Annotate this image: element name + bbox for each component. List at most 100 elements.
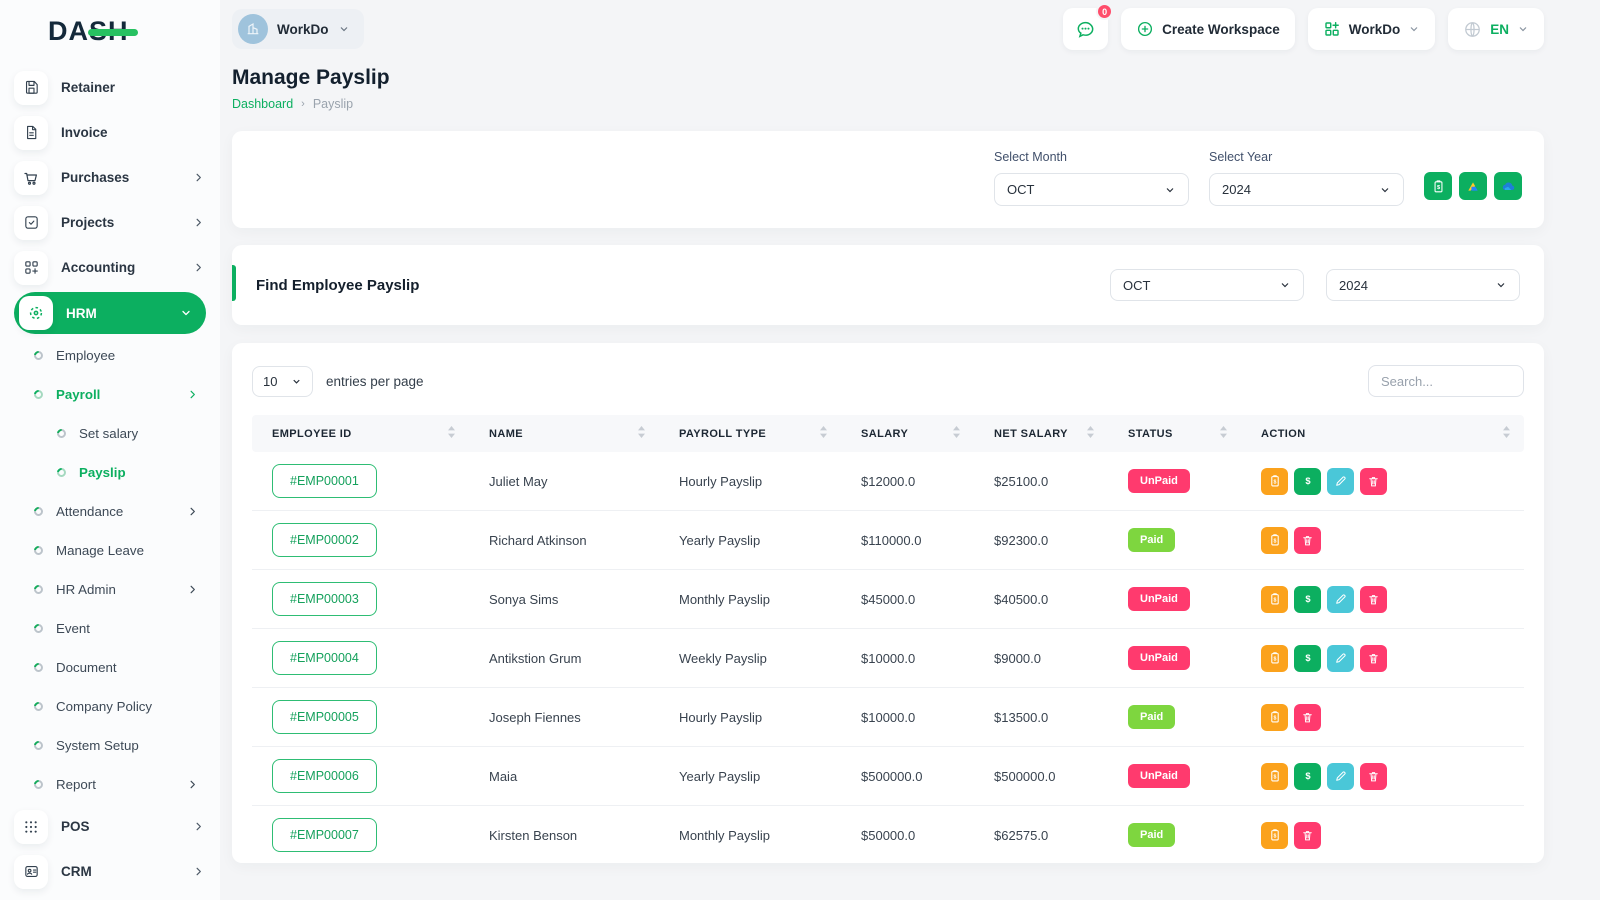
sidebar-item-label: Accounting [61, 260, 136, 275]
sidebar-item-system-setup[interactable]: System Setup [0, 726, 220, 765]
page-title: Manage Payslip [232, 66, 390, 89]
payslip-button[interactable]: $ [1261, 644, 1288, 672]
svg-text:$: $ [1273, 597, 1276, 603]
payslip-export-icon: $ [1434, 179, 1442, 192]
payslip-button[interactable]: $ [1261, 821, 1288, 849]
topbar: WorkDo 0 Create Workspace WorkDo EN [232, 0, 1544, 58]
find-year-select[interactable]: 2024 [1326, 269, 1520, 301]
svg-text:$: $ [1273, 538, 1276, 544]
edit-button[interactable] [1327, 762, 1354, 790]
find-employee-payslip-card: Find Employee Payslip OCT 2024 [232, 245, 1544, 325]
sidebar-item-manage-leave[interactable]: Manage Leave [0, 531, 220, 570]
entries-count-select[interactable]: 10 [252, 365, 313, 397]
year-select[interactable]: 2024 [1209, 173, 1404, 206]
employee-id-badge[interactable]: #EMP00001 [272, 464, 377, 498]
bullet-icon [32, 583, 45, 596]
employee-id-badge[interactable]: #EMP00007 [272, 818, 377, 852]
payslip-icon: $ [1270, 593, 1279, 605]
payslip-button[interactable]: $ [1261, 585, 1288, 613]
sidebar-item-pos[interactable]: POS [0, 804, 220, 849]
table-toolbar: 10 entries per page [252, 365, 1524, 397]
bullet-icon [32, 349, 45, 362]
column-header-employee-id[interactable]: EMPLOYEE ID [252, 426, 469, 441]
delete-button[interactable] [1360, 585, 1387, 613]
sidebar-item-purchases[interactable]: Purchases [0, 155, 220, 200]
month-select[interactable]: OCT [994, 173, 1189, 206]
sidebar-item-employee[interactable]: Employee [0, 336, 220, 375]
brand-logo[interactable]: DASH [0, 0, 220, 49]
salary-value: $45000.0 [861, 591, 916, 607]
pay-button[interactable]: $ [1294, 762, 1321, 790]
delete-button[interactable] [1360, 467, 1387, 495]
column-header-salary[interactable]: SALARY [841, 426, 974, 441]
column-header-net-salary[interactable]: NET SALARY [974, 426, 1108, 441]
sidebar-item-crm[interactable]: CRM [0, 849, 220, 894]
breadcrumb-dashboard-link[interactable]: Dashboard [232, 97, 293, 111]
column-header-status[interactable]: STATUS [1108, 426, 1241, 441]
employee-id-badge[interactable]: #EMP00004 [272, 641, 377, 675]
sidebar-item-label: HR Admin [56, 582, 116, 597]
entries-count-value: 10 [263, 373, 278, 389]
workspace-switcher[interactable]: WorkDo [232, 9, 364, 49]
edit-button[interactable] [1327, 585, 1354, 613]
delete-button[interactable] [1294, 703, 1321, 731]
row-actions: $ [1241, 526, 1524, 554]
chevron-down-icon [1381, 187, 1389, 192]
salary-value: $10000.0 [861, 650, 916, 666]
search-input[interactable] [1368, 365, 1524, 397]
sidebar-item-payroll[interactable]: Payroll [0, 375, 220, 414]
payslip-button[interactable]: $ [1261, 703, 1288, 731]
column-header-action[interactable]: ACTION [1241, 426, 1524, 441]
pay-button[interactable]: $ [1294, 585, 1321, 613]
onedrive-export-button[interactable] [1494, 172, 1522, 200]
edit-button[interactable] [1327, 644, 1354, 672]
sidebar-item-report[interactable]: Report [0, 765, 220, 804]
sidebar-item-event[interactable]: Event [0, 609, 220, 648]
chevron-right-icon [190, 780, 195, 789]
bullet-icon [32, 661, 45, 674]
payslip-button[interactable]: $ [1261, 526, 1288, 554]
messages-button[interactable]: 0 [1063, 3, 1114, 50]
create-workspace-button[interactable]: Create Workspace [1121, 8, 1295, 50]
payslip-button[interactable]: $ [1261, 762, 1288, 790]
create-workspace-label: Create Workspace [1162, 21, 1280, 37]
sidebar-item-hr-admin[interactable]: HR Admin [0, 570, 220, 609]
employee-id-badge[interactable]: #EMP00003 [272, 582, 377, 616]
employee-id-badge[interactable]: #EMP00005 [272, 700, 377, 734]
sidebar-item-accounting[interactable]: Accounting [0, 245, 220, 290]
sidebar-item-payslip[interactable]: Payslip [0, 453, 220, 492]
building-icon [247, 22, 259, 35]
sidebar-item-hrm[interactable]: HRM [14, 292, 206, 334]
row-actions: $ [1241, 821, 1524, 849]
pay-button[interactable]: $ [1294, 644, 1321, 672]
delete-button[interactable] [1294, 821, 1321, 849]
sidebar-item-retainer[interactable]: Retainer [0, 65, 220, 110]
sidebar-item-company-policy[interactable]: Company Policy [0, 687, 220, 726]
bullet-icon [32, 622, 45, 635]
sidebar-item-invoice[interactable]: Invoice [0, 110, 220, 155]
sidebar-item-projects[interactable]: Projects [0, 200, 220, 245]
column-header-payroll-type[interactable]: PAYROLL TYPE [659, 426, 841, 441]
pencil-icon [1336, 770, 1346, 781]
chevron-right-icon [196, 867, 201, 876]
sidebar-item-attendance[interactable]: Attendance [0, 492, 220, 531]
employee-id-badge[interactable]: #EMP00002 [272, 523, 377, 557]
workdo-menu-button[interactable]: WorkDo [1307, 8, 1436, 50]
delete-button[interactable] [1294, 526, 1321, 554]
sidebar-item-document[interactable]: Document [0, 648, 220, 687]
sidebar-item-set-salary[interactable]: Set salary [0, 414, 220, 453]
edit-button[interactable] [1327, 467, 1354, 495]
delete-button[interactable] [1360, 644, 1387, 672]
language-button[interactable]: EN [1448, 8, 1544, 50]
find-month-select[interactable]: OCT [1110, 269, 1304, 301]
breadcrumb: Dashboard › Payslip [232, 97, 1544, 111]
employee-id-badge[interactable]: #EMP00006 [272, 759, 377, 793]
chevron-right-icon [196, 218, 201, 227]
payslip-button[interactable]: $ [1261, 467, 1288, 495]
sidebar-item-label: System Setup [56, 738, 139, 753]
pay-button[interactable]: $ [1294, 467, 1321, 495]
delete-button[interactable] [1360, 762, 1387, 790]
column-header-name[interactable]: NAME [469, 426, 659, 441]
google-drive-export-button[interactable] [1459, 172, 1487, 200]
generate-payslip-button[interactable]: $ [1424, 172, 1452, 200]
